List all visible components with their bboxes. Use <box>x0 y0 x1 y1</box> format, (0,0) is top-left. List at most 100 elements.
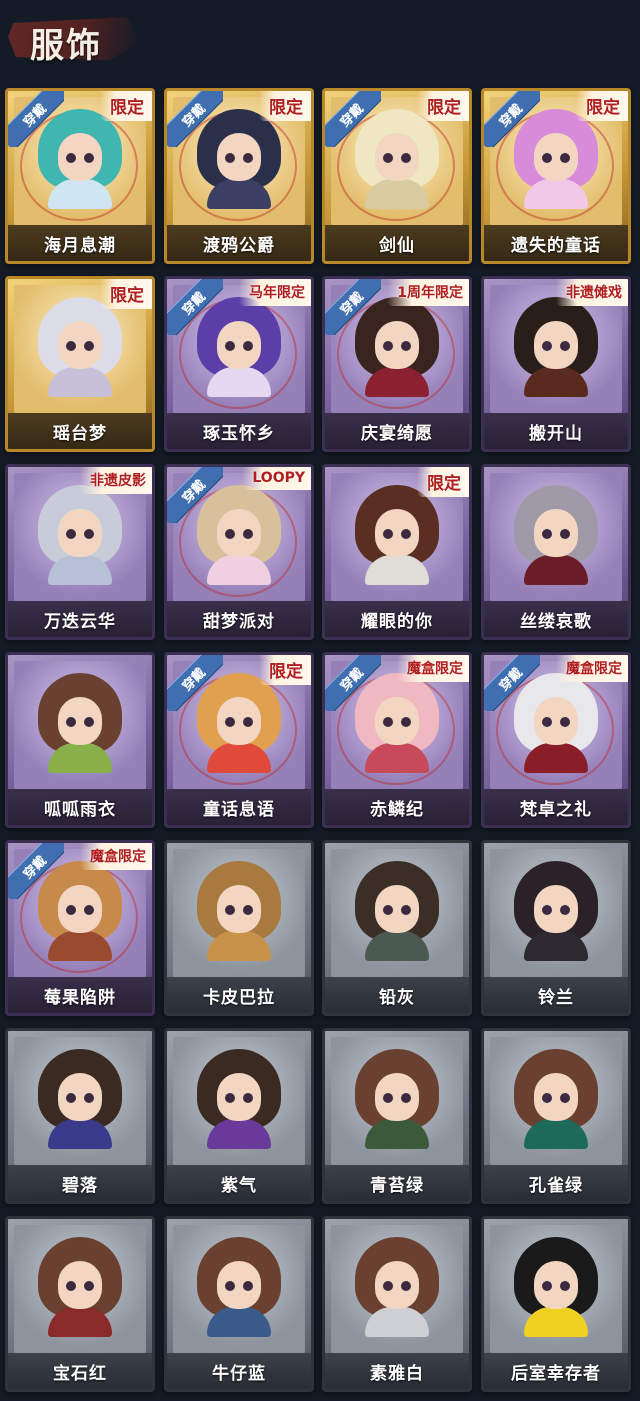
portrait-eye <box>560 905 570 915</box>
limited-badge: LOOPY <box>242 467 311 490</box>
name-bar: 遗失的童话 <box>484 225 628 261</box>
equipped-ribbon: 穿戴 <box>167 467 223 523</box>
limited-badge: 限定 <box>100 279 152 309</box>
portrait-eye <box>84 153 94 163</box>
costume-card[interactable]: 限定 耀眼的你 <box>322 464 472 640</box>
portrait-eye <box>542 529 552 539</box>
costume-name: 遗失的童话 <box>511 235 601 256</box>
portrait-face <box>375 133 419 181</box>
costume-name: 宝石红 <box>53 1363 107 1384</box>
costume-card[interactable]: 碧落 <box>5 1028 155 1204</box>
portrait-eye <box>225 717 235 727</box>
costume-card[interactable]: LOOPY 穿戴甜梦派对 <box>164 464 314 640</box>
portrait-eye <box>66 905 76 915</box>
equipped-ribbon: 穿戴 <box>325 279 381 335</box>
limited-badge: 限定 <box>576 91 628 121</box>
costume-card[interactable]: 马年限定 穿戴 琢玉怀乡 <box>164 276 314 452</box>
name-bar: 莓果陷阱 <box>8 977 152 1013</box>
portrait-eye <box>560 529 570 539</box>
portrait-face <box>534 133 578 181</box>
costume-name: 万迭云华 <box>44 611 116 632</box>
costume-card[interactable]: 魔盒限定 穿戴 赤鳞纪 <box>322 652 472 828</box>
costume-name: 渡鸦公爵 <box>203 235 275 256</box>
portrait-face <box>58 321 102 369</box>
costume-card[interactable]: 限定 瑶台梦 <box>5 276 155 452</box>
costume-card[interactable]: 限定 穿戴渡鸦公爵 <box>164 88 314 264</box>
costume-name: 梵卓之礼 <box>520 799 592 820</box>
equipped-label: 穿戴 <box>167 91 223 147</box>
character-portrait <box>514 1049 598 1149</box>
portrait-face <box>534 509 578 557</box>
portrait-eye <box>383 341 393 351</box>
costume-card[interactable]: 牛仔蓝 <box>164 1216 314 1392</box>
equipped-label: 穿戴 <box>484 655 540 711</box>
costume-card[interactable]: 限定 穿戴 海月息潮 <box>5 88 155 264</box>
name-bar: 庆宴绮愿 <box>325 413 469 449</box>
portrait-eye <box>542 1281 552 1291</box>
costume-name: 孔雀绿 <box>529 1175 583 1196</box>
costume-card[interactable]: 后室幸存者 <box>481 1216 631 1392</box>
costume-card[interactable]: 魔盒限定 穿戴 莓果陷阱 <box>5 840 155 1016</box>
costume-card[interactable]: 卡皮巴拉 <box>164 840 314 1016</box>
portrait-face <box>217 509 261 557</box>
portrait-eye <box>401 341 411 351</box>
costume-name: 铅灰 <box>379 987 415 1008</box>
portrait-eye <box>225 1093 235 1103</box>
costume-card[interactable]: 限定 穿戴 遗失的童话 <box>481 88 631 264</box>
portrait-face <box>217 321 261 369</box>
portrait-face <box>58 509 102 557</box>
costume-card[interactable]: 非遗皮影 万迭云华 <box>5 464 155 640</box>
portrait-eye <box>383 905 393 915</box>
costume-name: 搬开山 <box>529 423 583 444</box>
character-portrait <box>38 297 122 397</box>
limited-badge: 魔盒限定 <box>397 655 469 682</box>
costume-name: 青苔绿 <box>370 1175 424 1196</box>
portrait-face <box>375 885 419 933</box>
name-bar: 铃兰 <box>484 977 628 1013</box>
equipped-label: 穿戴 <box>167 655 223 711</box>
costume-card[interactable]: 素雅白 <box>322 1216 472 1392</box>
limited-badge: 魔盒限定 <box>556 655 628 682</box>
costume-name: 童话息语 <box>203 799 275 820</box>
limited-badge: 限定 <box>100 91 152 121</box>
character-portrait <box>38 1049 122 1149</box>
costume-card[interactable]: 孔雀绿 <box>481 1028 631 1204</box>
equipped-ribbon: 穿戴 <box>167 279 223 335</box>
name-bar: 卡皮巴拉 <box>167 977 311 1013</box>
costume-card[interactable]: 青苔绿 <box>322 1028 472 1204</box>
portrait-eye <box>66 529 76 539</box>
portrait-face <box>534 697 578 745</box>
costume-card[interactable]: 魔盒限定 穿戴梵卓之礼 <box>481 652 631 828</box>
portrait-face <box>217 697 261 745</box>
portrait-face <box>534 885 578 933</box>
costume-name: 甜梦派对 <box>203 611 275 632</box>
costume-card[interactable]: 铃兰 <box>481 840 631 1016</box>
portrait-face <box>534 1073 578 1121</box>
portrait-eye <box>225 529 235 539</box>
costume-card[interactable]: 限定 穿戴 剑仙 <box>322 88 472 264</box>
portrait-eye <box>225 153 235 163</box>
portrait-face <box>217 1073 261 1121</box>
equipped-label: 穿戴 <box>167 467 223 523</box>
costume-card[interactable]: 限定 穿戴 童话息语 <box>164 652 314 828</box>
limited-badge: 魔盒限定 <box>80 843 152 870</box>
costume-card[interactable]: 紫气 <box>164 1028 314 1204</box>
costume-card[interactable]: 宝石红 <box>5 1216 155 1392</box>
costume-card[interactable]: 丝缕哀歌 <box>481 464 631 640</box>
equipped-ribbon: 穿戴 <box>484 655 540 711</box>
costume-name: 庆宴绮愿 <box>361 423 433 444</box>
portrait-eye <box>401 717 411 727</box>
name-bar: 丝缕哀歌 <box>484 601 628 637</box>
limited-badge: 限定 <box>417 467 469 497</box>
costume-card[interactable]: 非遗傩戏 搬开山 <box>481 276 631 452</box>
equipped-label: 穿戴 <box>325 655 381 711</box>
name-bar: 孔雀绿 <box>484 1165 628 1201</box>
limited-badge: 限定 <box>259 91 311 121</box>
costume-card[interactable]: 呱呱雨衣 <box>5 652 155 828</box>
portrait-eye <box>225 905 235 915</box>
portrait-face <box>375 509 419 557</box>
costume-card[interactable]: 铅灰 <box>322 840 472 1016</box>
costume-card[interactable]: 1周年限定 穿戴 庆宴绮愿 <box>322 276 472 452</box>
portrait-face <box>58 697 102 745</box>
portrait-eye <box>243 905 253 915</box>
